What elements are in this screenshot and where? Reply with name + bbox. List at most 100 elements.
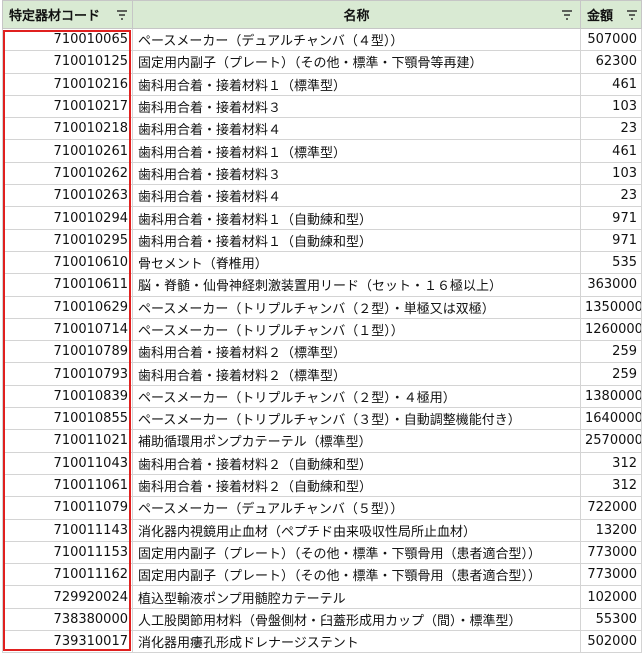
name-cell[interactable]: 歯科用合着・接着材料２（標準型）	[132, 362, 581, 386]
name-cell[interactable]: ペースメーカー（デュアルチャンバ（４型））	[132, 27, 581, 52]
name-cell[interactable]: ペースメーカー（デュアルチャンバ（５型））	[132, 496, 581, 520]
column-header-name[interactable]: 名称	[132, 0, 581, 29]
filter-icon[interactable]	[562, 10, 572, 20]
name-cell[interactable]: 歯科用合着・接着材料１（自動練和型）	[132, 206, 581, 230]
amount-cell[interactable]: 312	[580, 451, 642, 475]
table-row: 710010294 歯科用合着・接着材料１（自動練和型） 971	[2, 206, 642, 230]
amount-cell[interactable]: 502000	[580, 630, 642, 654]
name-cell[interactable]: 人工股関節用材料（骨盤側材・臼蓋形成用カップ（間）・標準型）	[132, 607, 581, 632]
code-cell[interactable]: 710011043	[2, 451, 133, 475]
code-cell[interactable]: 710011162	[2, 563, 133, 587]
amount-cell[interactable]: 103	[580, 161, 642, 186]
amount-cell[interactable]: 102000	[580, 585, 642, 609]
name-cell[interactable]: 消化器内視鏡用止血材（ペプチド由来吸収性局所止血材）	[132, 518, 581, 542]
code-cell[interactable]: 710011061	[2, 473, 133, 498]
amount-cell[interactable]: 13200	[580, 518, 642, 542]
name-cell[interactable]: 固定用内副子（プレート）（その他・標準・下顎骨用（患者適合型））	[132, 563, 581, 587]
name-cell[interactable]: 歯科用合着・接着材料２（自動練和型）	[132, 473, 581, 498]
code-cell[interactable]: 710010789	[2, 340, 133, 364]
code-cell[interactable]: 710010294	[2, 206, 133, 230]
data-table: 特定器材コード 名称 金額 710010065 ペースメーカー（デュアルチャンバ…	[2, 0, 642, 654]
name-cell[interactable]: 歯科用合着・接着材料１（標準型）	[132, 72, 581, 96]
table-row: 710011153 固定用内副子（プレート）（その他・標準・下顎骨用（患者適合型）…	[2, 540, 642, 565]
code-cell[interactable]: 710010855	[2, 407, 133, 431]
header-row: 特定器材コード 名称 金額	[2, 0, 642, 29]
code-cell[interactable]: 710011021	[2, 429, 133, 453]
amount-cell[interactable]: 535	[580, 250, 642, 275]
name-cell[interactable]: 補助循環用ポンプカテーテル（標準型）	[132, 429, 581, 453]
amount-cell[interactable]: 23	[580, 117, 642, 141]
name-cell[interactable]: 歯科用合着・接着材料２（標準型）	[132, 340, 581, 364]
name-cell[interactable]: 歯科用合着・接着材料１（自動練和型）	[132, 228, 581, 252]
code-cell[interactable]: 710011153	[2, 540, 133, 565]
code-cell[interactable]: 738380000	[2, 607, 133, 632]
code-cell[interactable]: 710010262	[2, 161, 133, 186]
table-row: 710010855 ペースメーカー（トリプルチャンバ（３型）・自動調整機能付き） 1…	[2, 407, 642, 431]
filter-icon[interactable]	[117, 10, 127, 20]
amount-cell[interactable]: 971	[580, 206, 642, 230]
column-header-name-label: 名称	[343, 9, 370, 24]
amount-cell[interactable]: 312	[580, 473, 642, 498]
code-cell[interactable]: 710010065	[2, 27, 133, 52]
name-cell[interactable]: ペースメーカー（トリプルチャンバ（２型）・単極又は双極）	[132, 295, 581, 319]
name-cell[interactable]: ペースメーカー（トリプルチャンバ（１型））	[132, 317, 581, 342]
amount-cell[interactable]: 773000	[580, 540, 642, 565]
name-cell[interactable]: 消化器用瘻孔形成ドレナージステント	[132, 630, 581, 654]
amount-cell[interactable]: 1260000	[580, 317, 642, 342]
code-cell[interactable]: 710010261	[2, 139, 133, 163]
name-cell[interactable]: 歯科用合着・接着材料４	[132, 117, 581, 141]
amount-cell[interactable]: 259	[580, 340, 642, 364]
table-row: 710010793 歯科用合着・接着材料２（標準型） 259	[2, 362, 642, 386]
code-cell[interactable]: 710010714	[2, 317, 133, 342]
name-cell[interactable]: ペースメーカー（トリプルチャンバ（３型）・自動調整機能付き）	[132, 407, 581, 431]
amount-cell[interactable]: 363000	[580, 273, 642, 297]
amount-cell[interactable]: 1380000	[580, 384, 642, 409]
amount-cell[interactable]: 461	[580, 72, 642, 96]
amount-cell[interactable]: 259	[580, 362, 642, 386]
amount-cell[interactable]: 2570000	[580, 429, 642, 453]
code-cell[interactable]: 710010610	[2, 250, 133, 275]
table-row: 710011143 消化器内視鏡用止血材（ペプチド由来吸収性局所止血材） 13200	[2, 518, 642, 542]
name-cell[interactable]: 歯科用合着・接着材料２（自動練和型）	[132, 451, 581, 475]
code-cell[interactable]: 710010295	[2, 228, 133, 252]
code-cell[interactable]: 710010125	[2, 50, 133, 74]
code-cell[interactable]: 710010216	[2, 72, 133, 96]
code-cell[interactable]: 729920024	[2, 585, 133, 609]
name-cell[interactable]: 歯科用合着・接着材料４	[132, 184, 581, 208]
code-cell[interactable]: 710010611	[2, 273, 133, 297]
amount-cell[interactable]: 971	[580, 228, 642, 252]
code-cell[interactable]: 710010263	[2, 184, 133, 208]
table-row: 710010065 ペースメーカー（デュアルチャンバ（４型）） 507000	[2, 27, 642, 52]
amount-cell[interactable]: 1640000	[580, 407, 642, 431]
name-cell[interactable]: ペースメーカー（トリプルチャンバ（２型）・４極用）	[132, 384, 581, 409]
name-cell[interactable]: 歯科用合着・接着材料３	[132, 161, 581, 186]
column-header-amount[interactable]: 金額	[580, 0, 642, 29]
name-cell[interactable]: 固定用内副子（プレート）（その他・標準・下顎骨等再建）	[132, 50, 581, 74]
amount-cell[interactable]: 461	[580, 139, 642, 163]
amount-cell[interactable]: 507000	[580, 27, 642, 52]
name-cell[interactable]: 植込型輸液ポンプ用髄腔カテーテル	[132, 585, 581, 609]
code-cell[interactable]: 710010217	[2, 94, 133, 119]
amount-cell[interactable]: 1350000	[580, 295, 642, 319]
name-cell[interactable]: 骨セメント（脊椎用）	[132, 250, 581, 275]
amount-cell[interactable]: 722000	[580, 496, 642, 520]
name-cell[interactable]: 固定用内副子（プレート）（その他・標準・下顎骨用（患者適合型））	[132, 540, 581, 565]
amount-cell[interactable]: 773000	[580, 563, 642, 587]
column-header-code[interactable]: 特定器材コード	[2, 0, 133, 29]
filter-icon[interactable]	[627, 10, 637, 20]
amount-cell[interactable]: 55300	[580, 607, 642, 632]
code-cell[interactable]: 710010218	[2, 117, 133, 141]
name-cell[interactable]: 歯科用合着・接着材料３	[132, 94, 581, 119]
code-cell[interactable]: 710011143	[2, 518, 133, 542]
amount-cell[interactable]: 103	[580, 94, 642, 119]
code-cell[interactable]: 710010839	[2, 384, 133, 409]
amount-cell[interactable]: 23	[580, 184, 642, 208]
code-cell[interactable]: 710010793	[2, 362, 133, 386]
table-row: 710010125 固定用内副子（プレート）（その他・標準・下顎骨等再建） 6230…	[2, 50, 642, 74]
amount-cell[interactable]: 62300	[580, 50, 642, 74]
name-cell[interactable]: 歯科用合着・接着材料１（標準型）	[132, 139, 581, 163]
code-cell[interactable]: 710010629	[2, 295, 133, 319]
code-cell[interactable]: 710011079	[2, 496, 133, 520]
code-cell[interactable]: 739310017	[2, 630, 133, 654]
name-cell[interactable]: 脳・脊髄・仙骨神経刺激装置用リード（セット・１６極以上）	[132, 273, 581, 297]
